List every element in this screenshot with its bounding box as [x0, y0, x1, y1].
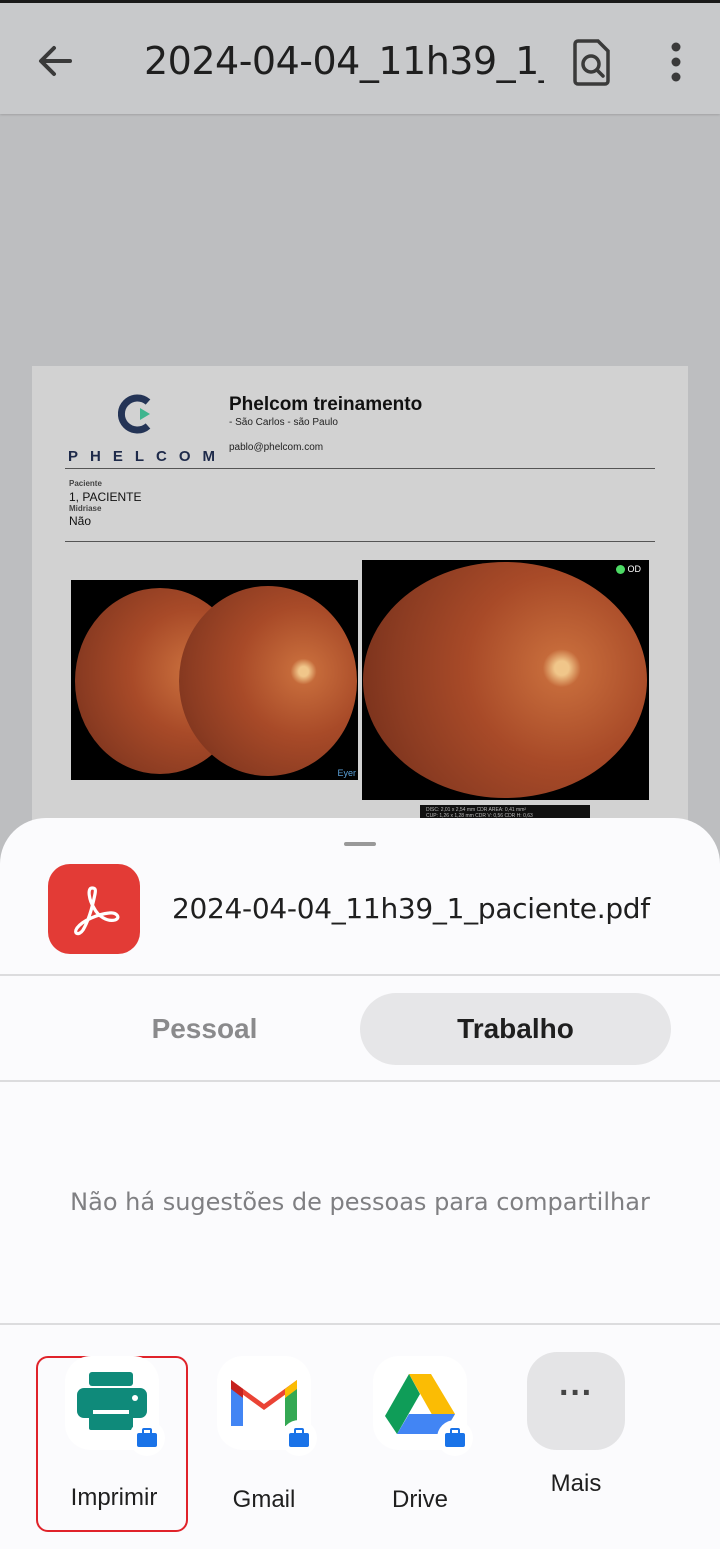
org-email: pablo@phelcom.com [229, 442, 324, 453]
eyer-tag: Eyer [337, 768, 356, 778]
find-in-page-button[interactable] [566, 35, 618, 91]
document-title: 2024-04-04_11h39_1_... [144, 39, 544, 83]
find-in-page-icon [573, 39, 610, 86]
more-vertical-icon [671, 42, 681, 82]
tab-trabalho[interactable]: Trabalho [360, 993, 671, 1065]
org-address: - São Carlos - são Paulo [229, 417, 338, 428]
google-drive-icon [373, 1356, 473, 1456]
fundus-image-od: OD [362, 560, 649, 800]
tab-pessoal[interactable]: Pessoal [49, 993, 360, 1065]
share-sheet: 2024-04-04_11h39_1_paciente.pdf Pessoal … [0, 818, 720, 1549]
org-name: Phelcom treinamento [229, 394, 423, 415]
app-label: Mais [550, 1470, 602, 1497]
share-target-imprimir[interactable]: Imprimir [36, 1356, 188, 1532]
app-label: Drive [391, 1486, 448, 1513]
phelcom-logo-icon [118, 394, 151, 434]
work-profile-badge-icon [281, 1420, 317, 1456]
arrow-left-icon [39, 46, 72, 76]
patient-label: Paciente [69, 479, 102, 488]
overflow-menu-button[interactable] [650, 33, 702, 91]
app-label: Gmail [232, 1486, 296, 1513]
divider [65, 468, 655, 469]
app-label: Imprimir [70, 1484, 158, 1511]
gmail-icon [217, 1356, 317, 1456]
logo-wordmark: PHELCOM [68, 448, 227, 465]
drag-handle[interactable] [344, 842, 376, 846]
printer-icon [65, 1356, 165, 1456]
divider [0, 1323, 720, 1325]
divider [65, 541, 655, 542]
divider [0, 974, 720, 976]
share-target-gmail[interactable]: Gmail [188, 1356, 340, 1532]
divider [0, 1080, 720, 1082]
work-profile-badge-icon [129, 1420, 165, 1456]
patient-value: 1, PACIENTE [69, 490, 142, 504]
share-target-drive[interactable]: Drive [344, 1356, 496, 1532]
midriase-value: Não [69, 514, 92, 528]
midriase-label: Midriase [69, 504, 102, 513]
shared-file-name: 2024-04-04_11h39_1_paciente.pdf [172, 892, 650, 925]
fundus-image-mosaic: Eyer [71, 580, 358, 780]
pdf-page-preview: PHELCOM Phelcom treinamento - São Carlos… [32, 366, 688, 846]
share-target-mais[interactable]: ··· Mais [500, 1352, 652, 1532]
back-button[interactable] [26, 31, 86, 91]
work-profile-badge-icon [437, 1420, 473, 1456]
empty-suggestions-message: Não há sugestões de pessoas para compart… [70, 1188, 650, 1216]
more-horizontal-icon: ··· [527, 1352, 625, 1450]
app-bar: 2024-04-04_11h39_1_... [0, 0, 720, 114]
adobe-pdf-icon [48, 864, 140, 954]
eye-badge: OD [615, 564, 641, 575]
